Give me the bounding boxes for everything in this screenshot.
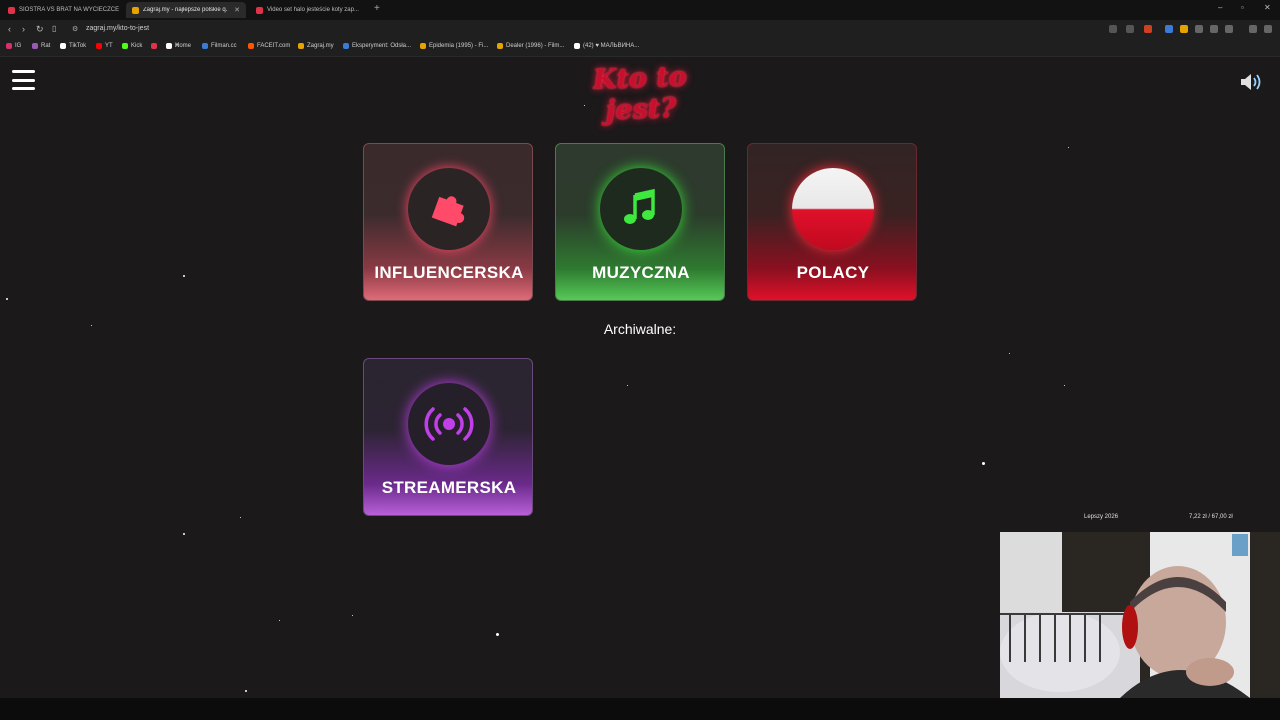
download-icon[interactable] [1210, 25, 1218, 33]
category-card-polacy[interactable]: POLACY [747, 143, 917, 301]
star [496, 633, 499, 636]
menu-line [12, 78, 35, 82]
star [183, 275, 185, 277]
reload-icon[interactable]: ↻ [36, 24, 44, 35]
extension-icon[interactable] [1180, 25, 1188, 33]
broadcast-icon [408, 383, 490, 465]
url-input[interactable]: zagraj.my/kto-to-jest [86, 25, 149, 32]
menu-icon[interactable] [1264, 25, 1272, 33]
bookmark-label: Epidemia (1995) - Fi... [429, 43, 489, 49]
filman-icon [343, 43, 349, 49]
zagraj-icon [132, 6, 139, 14]
star [279, 620, 280, 621]
tab-2[interactable]: Zagraj.my - najlepsze polskie q... ✕ [126, 2, 246, 18]
brave-shield-icon[interactable] [1144, 25, 1152, 33]
bookmark-icon[interactable]: ▯ [52, 24, 56, 33]
menu-line [12, 87, 35, 90]
tab-label: Video set halo jesteście koty zap... [267, 7, 359, 13]
star [1064, 385, 1065, 386]
minimize-icon[interactable]: – [1218, 3, 1222, 12]
category-card-streamerska[interactable]: STREAMERSKA [363, 358, 533, 516]
bookmark-label: Zagraj.my [307, 43, 334, 49]
bookmark-malvina[interactable]: (42) ♥ МАЛЬВИНА... [574, 43, 639, 49]
category-label: POLACY [796, 263, 870, 282]
tab-3[interactable]: Video set halo jesteście koty zap... [250, 2, 370, 18]
star [245, 690, 247, 692]
close-tab-icon[interactable]: ✕ [234, 6, 240, 14]
bookmark-faceit[interactable]: FACEIT.com [248, 43, 290, 49]
link-icon[interactable] [1225, 25, 1233, 33]
filman-icon [202, 43, 208, 49]
star [91, 325, 92, 326]
star [1009, 353, 1010, 354]
bookmark-eksperyment[interactable]: Eksperyment: Odsła... [343, 43, 411, 49]
star [352, 615, 353, 616]
close-window-icon[interactable]: ✕ [1264, 3, 1271, 12]
extension-icon[interactable] [1165, 25, 1173, 33]
game-page: Kto to jest? INFLUENCERSKA MUZYCZNA POLA… [0, 57, 1280, 698]
youtube-icon [8, 6, 15, 14]
star [627, 385, 628, 386]
bookmarks-row: X Filman.cc FACEIT.com Zagraj.my Ekspery… [0, 40, 1280, 57]
puzzle-icon [408, 168, 490, 250]
bookmark-epidemia[interactable]: Epidemia (1995) - Fi... [420, 43, 488, 49]
extensions-icon[interactable] [1195, 25, 1203, 33]
restore-icon[interactable]: ▫ [1241, 3, 1244, 12]
site-info-icon[interactable]: ⚙ [72, 25, 78, 33]
category-label: INFLUENCERSKA [374, 263, 524, 282]
tab-label: Zagraj.my - najlepsze polskie q... [143, 7, 229, 13]
speaker-icon[interactable] [1239, 72, 1263, 92]
back-icon[interactable]: ‹ [8, 24, 11, 34]
youtube-icon [256, 6, 263, 14]
faceit-icon [248, 43, 254, 49]
bookmark-dealer[interactable]: Dealer (1996) - Film... [497, 43, 564, 49]
zagraj-icon [298, 43, 304, 49]
category-label: MUZYCZNA [592, 263, 690, 282]
bookmark-label: Dealer (1996) - Film... [506, 43, 565, 49]
category-label: STREAMERSKA [381, 478, 517, 497]
star [6, 298, 8, 300]
bookmark-zagraj[interactable]: Zagraj.my [298, 43, 334, 49]
goal-value: 7,22 zł / 67,00 zł [1189, 514, 1233, 520]
archive-heading: Archiwalne: [603, 321, 677, 337]
goal-label: Lepszy 2026 [1084, 514, 1119, 520]
tab-bar: SIOSTRA VS BRAT NA WYCIECZCE Zagraj.my -… [0, 0, 1280, 20]
star [183, 533, 185, 535]
x-icon [166, 43, 172, 49]
category-card-muzyczna[interactable]: MUZYCZNA [555, 143, 725, 301]
bookmark-filman[interactable]: Filman.cc [202, 43, 237, 49]
film-icon [420, 43, 426, 49]
media-icon[interactable] [1249, 25, 1257, 33]
bookmark-x[interactable]: X [166, 43, 179, 49]
star [982, 462, 985, 465]
taskbar [0, 698, 1280, 720]
music-note-icon [600, 168, 682, 250]
film-icon [497, 43, 503, 49]
address-bar-row [0, 20, 1280, 40]
tiktok-icon [574, 43, 580, 49]
category-card-influencerska[interactable]: INFLUENCERSKA [363, 143, 533, 301]
share-icon[interactable] [1126, 25, 1134, 33]
bookmark-label: FACEIT.com [257, 43, 291, 49]
logo[interactable]: Kto to jest? [567, 60, 712, 126]
star [240, 517, 241, 518]
new-tab-button[interactable]: + [374, 3, 380, 14]
tab-label: SIOSTRA VS BRAT NA WYCIECZCE [19, 7, 120, 13]
menu-line [12, 70, 35, 73]
bookmark-label: Eksperyment: Odsła... [352, 43, 412, 49]
tab-1[interactable]: SIOSTRA VS BRAT NA WYCIECZCE [2, 2, 122, 18]
forward-icon[interactable]: › [22, 24, 25, 34]
star [1068, 147, 1069, 148]
star [584, 105, 585, 106]
hamburger-menu-button[interactable] [12, 70, 35, 90]
webcam-overlay [1000, 532, 1280, 698]
bookmark-label: X [175, 43, 180, 49]
bookmark-label: Filman.cc [211, 43, 237, 49]
polish-flag-icon [792, 168, 874, 250]
zoom-icon[interactable] [1109, 25, 1117, 33]
bookmark-label: (42) ♥ МАЛЬВИНА... [583, 43, 640, 49]
